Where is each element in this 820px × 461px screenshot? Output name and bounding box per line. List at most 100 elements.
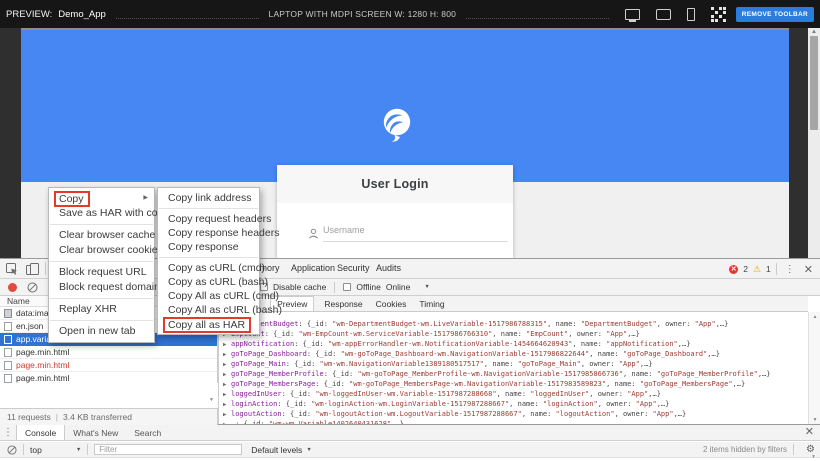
inspect-element-icon[interactable] — [6, 263, 18, 275]
string-value: "wm-wm.NavigationVariable1389180517517" — [320, 360, 484, 368]
menu-item-open-in-new-tab[interactable]: Open in new tab — [49, 324, 154, 339]
json-variable-row[interactable]: ▶EmpCount: {_id: "wm-EmpCount-wm.Service… — [223, 329, 808, 339]
scroll-arrow-icon[interactable]: ▼ — [811, 454, 816, 460]
menu-item-copy-link-address[interactable]: Copy link address — [158, 191, 259, 205]
network-request-row[interactable]: page.min.html — [0, 372, 217, 383]
console-filter-input[interactable]: Filter — [94, 444, 242, 455]
menu-item-copy-as-curl-bash-[interactable]: Copy as cURL (bash) — [158, 275, 259, 289]
menu-item-copy-request-headers[interactable]: Copy request headers — [158, 212, 259, 226]
menu-item-block-request-domain[interactable]: Block request domain — [49, 280, 154, 295]
menu-item-clear-browser-cache[interactable]: Clear browser cache — [49, 228, 154, 243]
network-request-row[interactable]: page.min.html — [0, 346, 217, 359]
tab-application[interactable]: Application — [291, 259, 335, 278]
json-variable-row[interactable]: ▶DepartmentBudget: {_id: "wm-DepartmentB… — [223, 319, 808, 329]
string-value: "wm-EmpCount-wm.ServiceVariable-15179867… — [298, 330, 492, 338]
menu-item-copy-response-headers[interactable]: Copy response headers — [158, 226, 259, 240]
image-file-icon — [4, 309, 12, 318]
clear-network-icon[interactable] — [27, 282, 38, 293]
record-network-log-button[interactable] — [8, 283, 17, 292]
document-file-icon — [4, 348, 12, 357]
throttling-select[interactable]: Online — [386, 282, 411, 292]
app-scrollbar-thumb[interactable] — [810, 36, 818, 130]
menu-item-copy-as-curl-cmd-[interactable]: Copy as cURL (cmd) — [158, 261, 259, 275]
error-count: 2 — [743, 264, 748, 274]
json-variable-row[interactable]: ▶goToPage_MembersPage: {_id: "wm-goToPag… — [223, 379, 808, 389]
preview-pane-scrollbar[interactable]: ▲ ▼ — [808, 312, 820, 425]
json-variable-row[interactable]: ▶goToPage_Main: {_id: "wm-wm.NavigationV… — [223, 359, 808, 369]
menu-item-label: Copy as cURL (bash) — [168, 276, 268, 288]
chevron-down-icon[interactable]: ▼ — [424, 284, 429, 290]
drawer-close-icon[interactable]: ✕ — [805, 425, 814, 440]
error-badge-icon[interactable]: ✕ — [729, 265, 738, 274]
variable-key: goToPage_MemberProfile — [231, 370, 324, 378]
tablet-icon[interactable] — [656, 9, 671, 20]
string-value: "wm-loggedInUser-wm.Variable-15179872886… — [315, 390, 496, 398]
request-tab-response[interactable]: Response — [321, 297, 365, 311]
string-value: "App" — [619, 360, 640, 368]
string-value: "App" — [606, 330, 627, 338]
network-options: Disable cache Offline Online ▼ — [260, 279, 430, 295]
login-card-header: User Login — [277, 165, 513, 203]
menu-item-block-request-url[interactable]: Block request URL — [49, 265, 154, 280]
menu-item-label: Copy as cURL (cmd) — [168, 262, 265, 274]
devtools-menu-icon[interactable]: ⋮ — [785, 264, 795, 275]
request-tab-timing[interactable]: Timing — [416, 297, 447, 311]
menu-item-copy-all-as-har[interactable]: Copy all as HAR — [158, 317, 259, 331]
network-request-row[interactable]: page.min.html — [0, 359, 217, 372]
menu-item-copy-all-as-curl-cmd-[interactable]: Copy All as cURL (cmd) — [158, 289, 259, 303]
scroll-up-arrow-icon[interactable]: ▲ — [809, 29, 819, 35]
request-detail-tabs: HeadersPreviewResponseCookiesTiming — [218, 296, 808, 312]
warning-icon[interactable]: ⚠ — [753, 265, 761, 274]
request-tab-cookies[interactable]: Cookies — [373, 297, 410, 311]
json-variable-row[interactable]: ▶goToPage_MemberProfile: {_id: "wm-goToP… — [223, 369, 808, 379]
offline-checkbox[interactable] — [343, 283, 351, 291]
devtools-close-icon[interactable]: ✕ — [804, 263, 813, 276]
string-value: "EmpCount" — [526, 330, 568, 338]
tab-security[interactable]: Security — [337, 259, 370, 278]
string-value: "App" — [653, 410, 674, 418]
console-drawer: ⋮ ConsoleWhat's NewSearch ✕ top ▼ Filter… — [0, 424, 820, 461]
submenu-arrow-icon: ▶ — [143, 191, 148, 206]
red-annotation-box: Copy all as HAR — [163, 317, 251, 333]
variable-key: goToPage_MembersPage — [231, 380, 315, 388]
menu-item-save-as-har-with-content[interactable]: Save as HAR with content — [49, 206, 154, 221]
string-value: "appNotification" — [606, 340, 678, 348]
console-tab-what-s-new[interactable]: What's New — [65, 425, 126, 440]
request-name: page.min.html — [16, 360, 69, 370]
laptop-icon[interactable] — [625, 9, 640, 20]
device-toolbar-icon[interactable] — [26, 263, 39, 275]
menu-item-label: Clear browser cookies — [59, 244, 163, 256]
json-variable-row[interactable]: ▶goToPage_Dashboard: {_id: "wm-goToPage_… — [223, 349, 808, 359]
menu-separator — [50, 224, 153, 225]
login-title: User Login — [361, 177, 428, 191]
toolbar-divider — [116, 18, 259, 19]
menu-item-copy-all-as-curl-bash-[interactable]: Copy All as cURL (bash) — [158, 303, 259, 317]
console-tab-console[interactable]: Console — [16, 425, 65, 440]
menu-item-clear-browser-cookies[interactable]: Clear browser cookies — [49, 243, 154, 258]
list-scroll-down-icon[interactable]: ▼ — [209, 397, 214, 403]
scroll-up-arrow-icon[interactable]: ▲ — [810, 314, 820, 320]
string-value: "goToPage_MemberProfile" — [657, 370, 758, 378]
clear-console-icon[interactable] — [7, 445, 17, 455]
phone-icon[interactable] — [687, 8, 695, 21]
qr-code-icon[interactable] — [711, 7, 726, 22]
menu-item-copy-response[interactable]: Copy response — [158, 240, 259, 254]
context-label: top — [30, 445, 42, 455]
drawer-menu-icon[interactable]: ⋮ — [0, 425, 16, 440]
remove-toolbar-button[interactable]: REMOVE TOOLBAR — [736, 7, 814, 22]
log-levels-select[interactable]: Default levels ▼ — [251, 445, 311, 455]
json-variable-row[interactable]: ▶appNotification: {_id: "wm-appErrorHand… — [223, 339, 808, 349]
screen-size-label: LAPTOP WITH MDPI SCREEN W: 1280 H: 800 — [269, 9, 457, 19]
execution-context-select[interactable]: top ▼ — [30, 445, 81, 455]
tab-audits[interactable]: Audits — [376, 259, 401, 278]
json-variable-row[interactable]: ▶logoutAction: {_id: "wm-logoutAction-wm… — [223, 409, 808, 419]
menu-separator — [50, 320, 153, 321]
scroll-down-arrow-icon[interactable]: ▼ — [810, 417, 820, 423]
json-variable-row[interactable]: ▶loggedInUser: {_id: "wm-loggedInUser-wm… — [223, 389, 808, 399]
menu-item-replay-xhr[interactable]: Replay XHR — [49, 302, 154, 317]
json-variable-row[interactable]: ▶loginAction: {_id: "wm-loginAction-wm.L… — [223, 399, 808, 409]
console-tab-bar: ⋮ ConsoleWhat's NewSearch — [0, 425, 820, 441]
username-input[interactable]: Username — [323, 225, 508, 242]
console-tab-search[interactable]: Search — [126, 425, 169, 440]
menu-item-copy[interactable]: Copy▶ — [49, 191, 154, 206]
